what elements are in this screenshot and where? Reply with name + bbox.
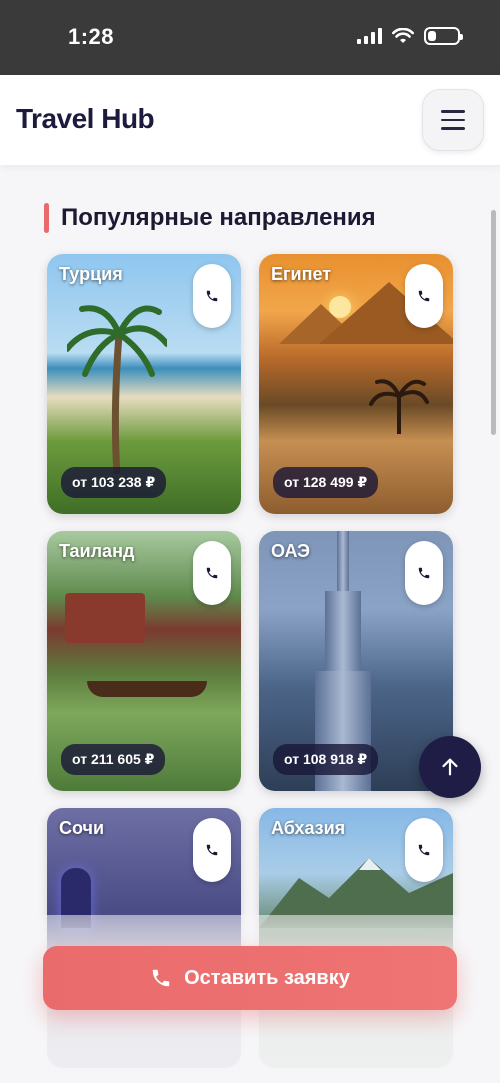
scroll-to-top-button[interactable] [419,736,481,798]
destination-name: Таиланд [59,541,135,561]
destination-card-turkey[interactable]: Турция от 103 238 ₽ [47,254,241,514]
phone-icon [418,567,430,579]
wifi-icon [392,28,414,43]
signal-icon [357,28,382,44]
palm-tree-image [369,379,429,434]
price-badge: от 211 605 ₽ [61,744,166,775]
cta-label: Оставить заявку [184,966,350,989]
phone-icon [206,290,218,302]
thai-house-image [65,593,145,643]
call-button[interactable] [193,541,231,605]
destination-name: Турция [59,264,123,284]
section-heading: Популярные направления [61,204,376,231]
app-header: Travel Hub [0,75,500,165]
arrow-up-icon [442,758,458,776]
phone-icon [206,844,218,856]
scrollbar[interactable] [491,210,496,435]
call-button[interactable] [405,264,443,328]
call-button[interactable] [405,541,443,605]
destination-name: ОАЭ [271,541,310,561]
section-title: Популярные направления [44,203,376,233]
destination-card-egypt[interactable]: Египет от 128 499 ₽ [259,254,453,514]
call-button[interactable] [405,818,443,882]
call-button[interactable] [193,264,231,328]
call-button[interactable] [193,818,231,882]
destination-name: Египет [271,264,332,284]
destination-name: Абхазия [271,818,346,838]
section-accent-bar [44,203,49,233]
boat-image [87,681,207,697]
menu-button[interactable] [422,89,484,151]
phone-icon [206,567,218,579]
palm-tree-image [67,305,167,474]
phone-icon [418,290,430,302]
price-badge: от 103 238 ₽ [61,467,167,498]
price-badge: от 128 499 ₽ [273,467,379,498]
battery-icon [424,27,463,45]
logo[interactable]: Travel Hub [16,103,155,135]
price-badge: от 108 918 ₽ [273,744,379,775]
status-bar: 1:28 [0,0,500,75]
destination-name: Сочи [59,818,105,838]
submit-request-button[interactable]: Оставить заявку [43,946,457,1010]
status-time: 1:28 [68,24,115,49]
destination-card-thailand[interactable]: Таиланд от 211 605 ₽ [47,531,241,791]
hamburger-menu-icon [441,110,465,113]
status-icons [357,27,463,45]
phone-icon [418,844,430,856]
phone-icon [152,969,170,987]
